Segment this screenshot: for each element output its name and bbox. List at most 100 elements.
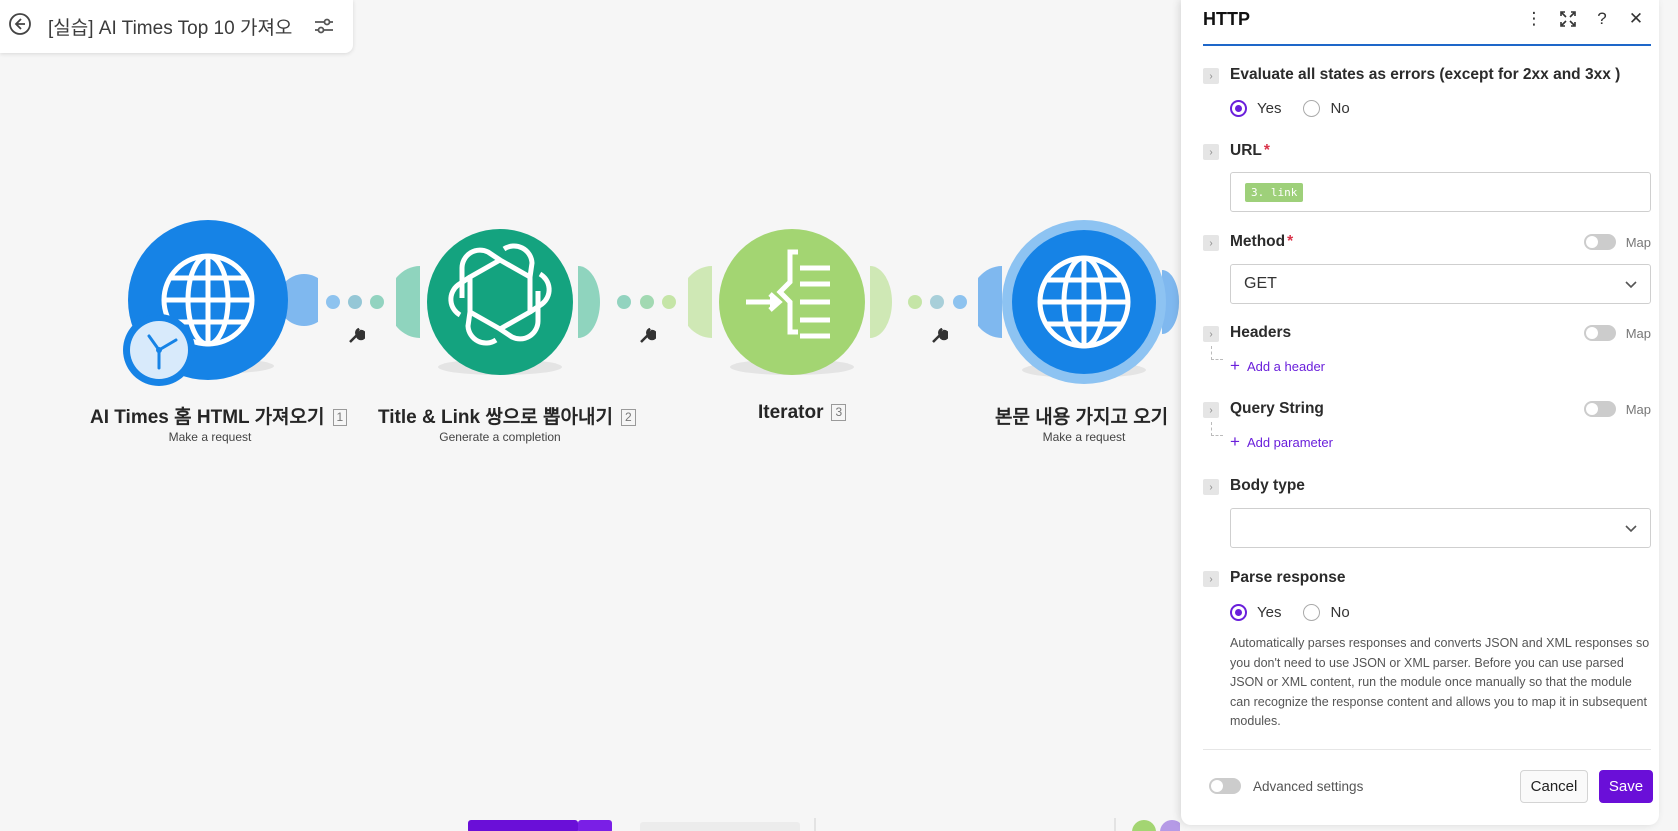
- module-subtitle-4: Make a request: [1042, 430, 1126, 444]
- expand-chevron-icon[interactable]: ›: [1203, 402, 1219, 418]
- module-settings-panel: HTTP ⋮ ? ✕ › Evaluate all states as erro…: [1181, 0, 1659, 825]
- plus-icon: +: [1230, 432, 1240, 451]
- field-label: Method *: [1230, 233, 1294, 250]
- connector-dot: [326, 295, 340, 309]
- query-map-toggle[interactable]: Map: [1583, 401, 1651, 417]
- footer-divider: [1203, 749, 1651, 750]
- wrench-icon[interactable]: [347, 327, 365, 345]
- module-iterator-3[interactable]: [680, 222, 898, 382]
- toggle-switch[interactable]: [1209, 778, 1241, 794]
- map-label: Map: [1625, 325, 1651, 341]
- evaluate-no-option[interactable]: No: [1303, 100, 1350, 117]
- wrench-icon[interactable]: [930, 327, 948, 345]
- parse-response-help-text: Automatically parses responses and conve…: [1230, 636, 1650, 728]
- method-map-toggle[interactable]: Map: [1583, 234, 1651, 250]
- expand-chevron-icon[interactable]: ›: [1203, 144, 1219, 160]
- expand-chevron-icon[interactable]: ›: [1203, 235, 1219, 251]
- openai-icon: [388, 229, 600, 375]
- field-label: URL *: [1230, 142, 1270, 159]
- method-value: GET: [1244, 275, 1277, 292]
- module-title-3: Iterator 3: [758, 402, 847, 424]
- module-title-4: 본문 내용 가지고 오기: [995, 407, 1169, 428]
- expand-chevron-icon[interactable]: ›: [1203, 326, 1219, 342]
- radio-label: No: [1330, 604, 1350, 621]
- module-number-1: 1: [332, 409, 348, 426]
- connector-dot: [662, 295, 676, 309]
- module-number-2: 2: [620, 409, 636, 426]
- module-http-1[interactable]: [118, 218, 330, 388]
- module-title-2: Title & Link 쌍으로 뽑아내기 2: [378, 402, 636, 429]
- expand-chevron-icon[interactable]: ›: [1203, 571, 1219, 587]
- scenario-canvas[interactable]: AI Times 홈 HTML 가져오기 1 Make a request Tit…: [0, 0, 1180, 831]
- field-label: Evaluate all states as errors (except fo…: [1230, 66, 1621, 83]
- parse-yes-option[interactable]: Yes: [1230, 604, 1281, 621]
- module-http-4[interactable]: [970, 220, 1188, 388]
- scenario-title[interactable]: [실습] AI Times Top 10 가져오: [48, 13, 292, 40]
- module-title-1: AI Times 홈 HTML 가져오기 1: [90, 402, 348, 429]
- field-label: Headers: [1230, 324, 1292, 341]
- plus-icon: +: [1230, 356, 1240, 375]
- method-select[interactable]: GET: [1230, 264, 1651, 304]
- chevron-down-icon: [1625, 525, 1637, 533]
- connector-dot: [348, 295, 362, 309]
- parse-no-option[interactable]: No: [1303, 604, 1350, 621]
- toggle-switch[interactable]: [1583, 325, 1616, 341]
- parse-radio-group: Yes No: [1230, 604, 1372, 621]
- url-input[interactable]: 3. link: [1230, 172, 1651, 212]
- body-type-select[interactable]: [1230, 508, 1651, 548]
- module-subtitle-2: Generate a completion: [439, 430, 561, 444]
- radio-icon[interactable]: [1303, 100, 1321, 117]
- mapped-variable-pill[interactable]: 3. link: [1245, 183, 1304, 202]
- save-button[interactable]: Save: [1599, 770, 1653, 803]
- connector-dot: [370, 295, 384, 309]
- module-number-3: 3: [831, 404, 847, 421]
- iterator-icon: [680, 229, 892, 375]
- module-subtitle-1: Make a request: [168, 430, 252, 444]
- panel-header-underline: [1203, 44, 1651, 46]
- radio-label: Yes: [1257, 100, 1282, 117]
- radio-icon[interactable]: [1303, 604, 1321, 621]
- expand-chevron-icon[interactable]: ›: [1203, 479, 1219, 495]
- panel-title: HTTP: [1203, 9, 1250, 29]
- connector-dot: [640, 295, 654, 309]
- add-header-link[interactable]: + Add a header: [1230, 356, 1325, 376]
- connector-dot: [953, 295, 967, 309]
- evaluate-radio-group: Yes No: [1230, 100, 1372, 117]
- connector-dot: [617, 295, 631, 309]
- map-label: Map: [1625, 234, 1651, 250]
- connector-dot: [908, 295, 922, 309]
- wrench-icon[interactable]: [638, 327, 656, 345]
- scenario-header: [실습] AI Times Top 10 가져오: [0, 0, 353, 53]
- bottom-toolbar[interactable]: [460, 818, 1180, 831]
- field-label: Parse response: [1230, 569, 1346, 586]
- toggle-switch[interactable]: [1583, 401, 1616, 417]
- add-parameter-link[interactable]: + Add parameter: [1230, 432, 1333, 452]
- clock-icon: [123, 314, 195, 386]
- advanced-settings-label: Advanced settings: [1253, 778, 1364, 794]
- tree-connector: [1211, 346, 1223, 360]
- field-label: Body type: [1230, 477, 1305, 494]
- module-openai-2[interactable]: [388, 222, 606, 382]
- toggle-switch[interactable]: [1583, 234, 1616, 250]
- expand-chevron-icon[interactable]: ›: [1203, 68, 1219, 84]
- advanced-settings-toggle[interactable]: Advanced settings: [1209, 778, 1363, 794]
- evaluate-yes-option[interactable]: Yes: [1230, 100, 1281, 117]
- expand-icon[interactable]: [1557, 8, 1579, 30]
- field-label: Query String: [1230, 400, 1324, 417]
- back-arrow-icon[interactable]: [8, 12, 32, 36]
- headers-map-toggle[interactable]: Map: [1583, 325, 1651, 341]
- add-parameter-label: Add parameter: [1246, 434, 1333, 450]
- tree-connector: [1211, 422, 1223, 436]
- add-header-label: Add a header: [1246, 358, 1326, 374]
- sliders-icon[interactable]: [312, 14, 336, 38]
- connector-dot: [930, 295, 944, 309]
- more-options-icon[interactable]: ⋮: [1523, 8, 1545, 30]
- map-label: Map: [1625, 401, 1651, 417]
- radio-selected-icon[interactable]: [1230, 100, 1247, 117]
- radio-label: Yes: [1257, 604, 1282, 621]
- radio-label: No: [1330, 100, 1350, 117]
- cancel-button[interactable]: Cancel: [1520, 770, 1588, 803]
- radio-selected-icon[interactable]: [1230, 604, 1247, 621]
- help-icon[interactable]: ?: [1591, 8, 1613, 30]
- close-icon[interactable]: ✕: [1625, 8, 1647, 30]
